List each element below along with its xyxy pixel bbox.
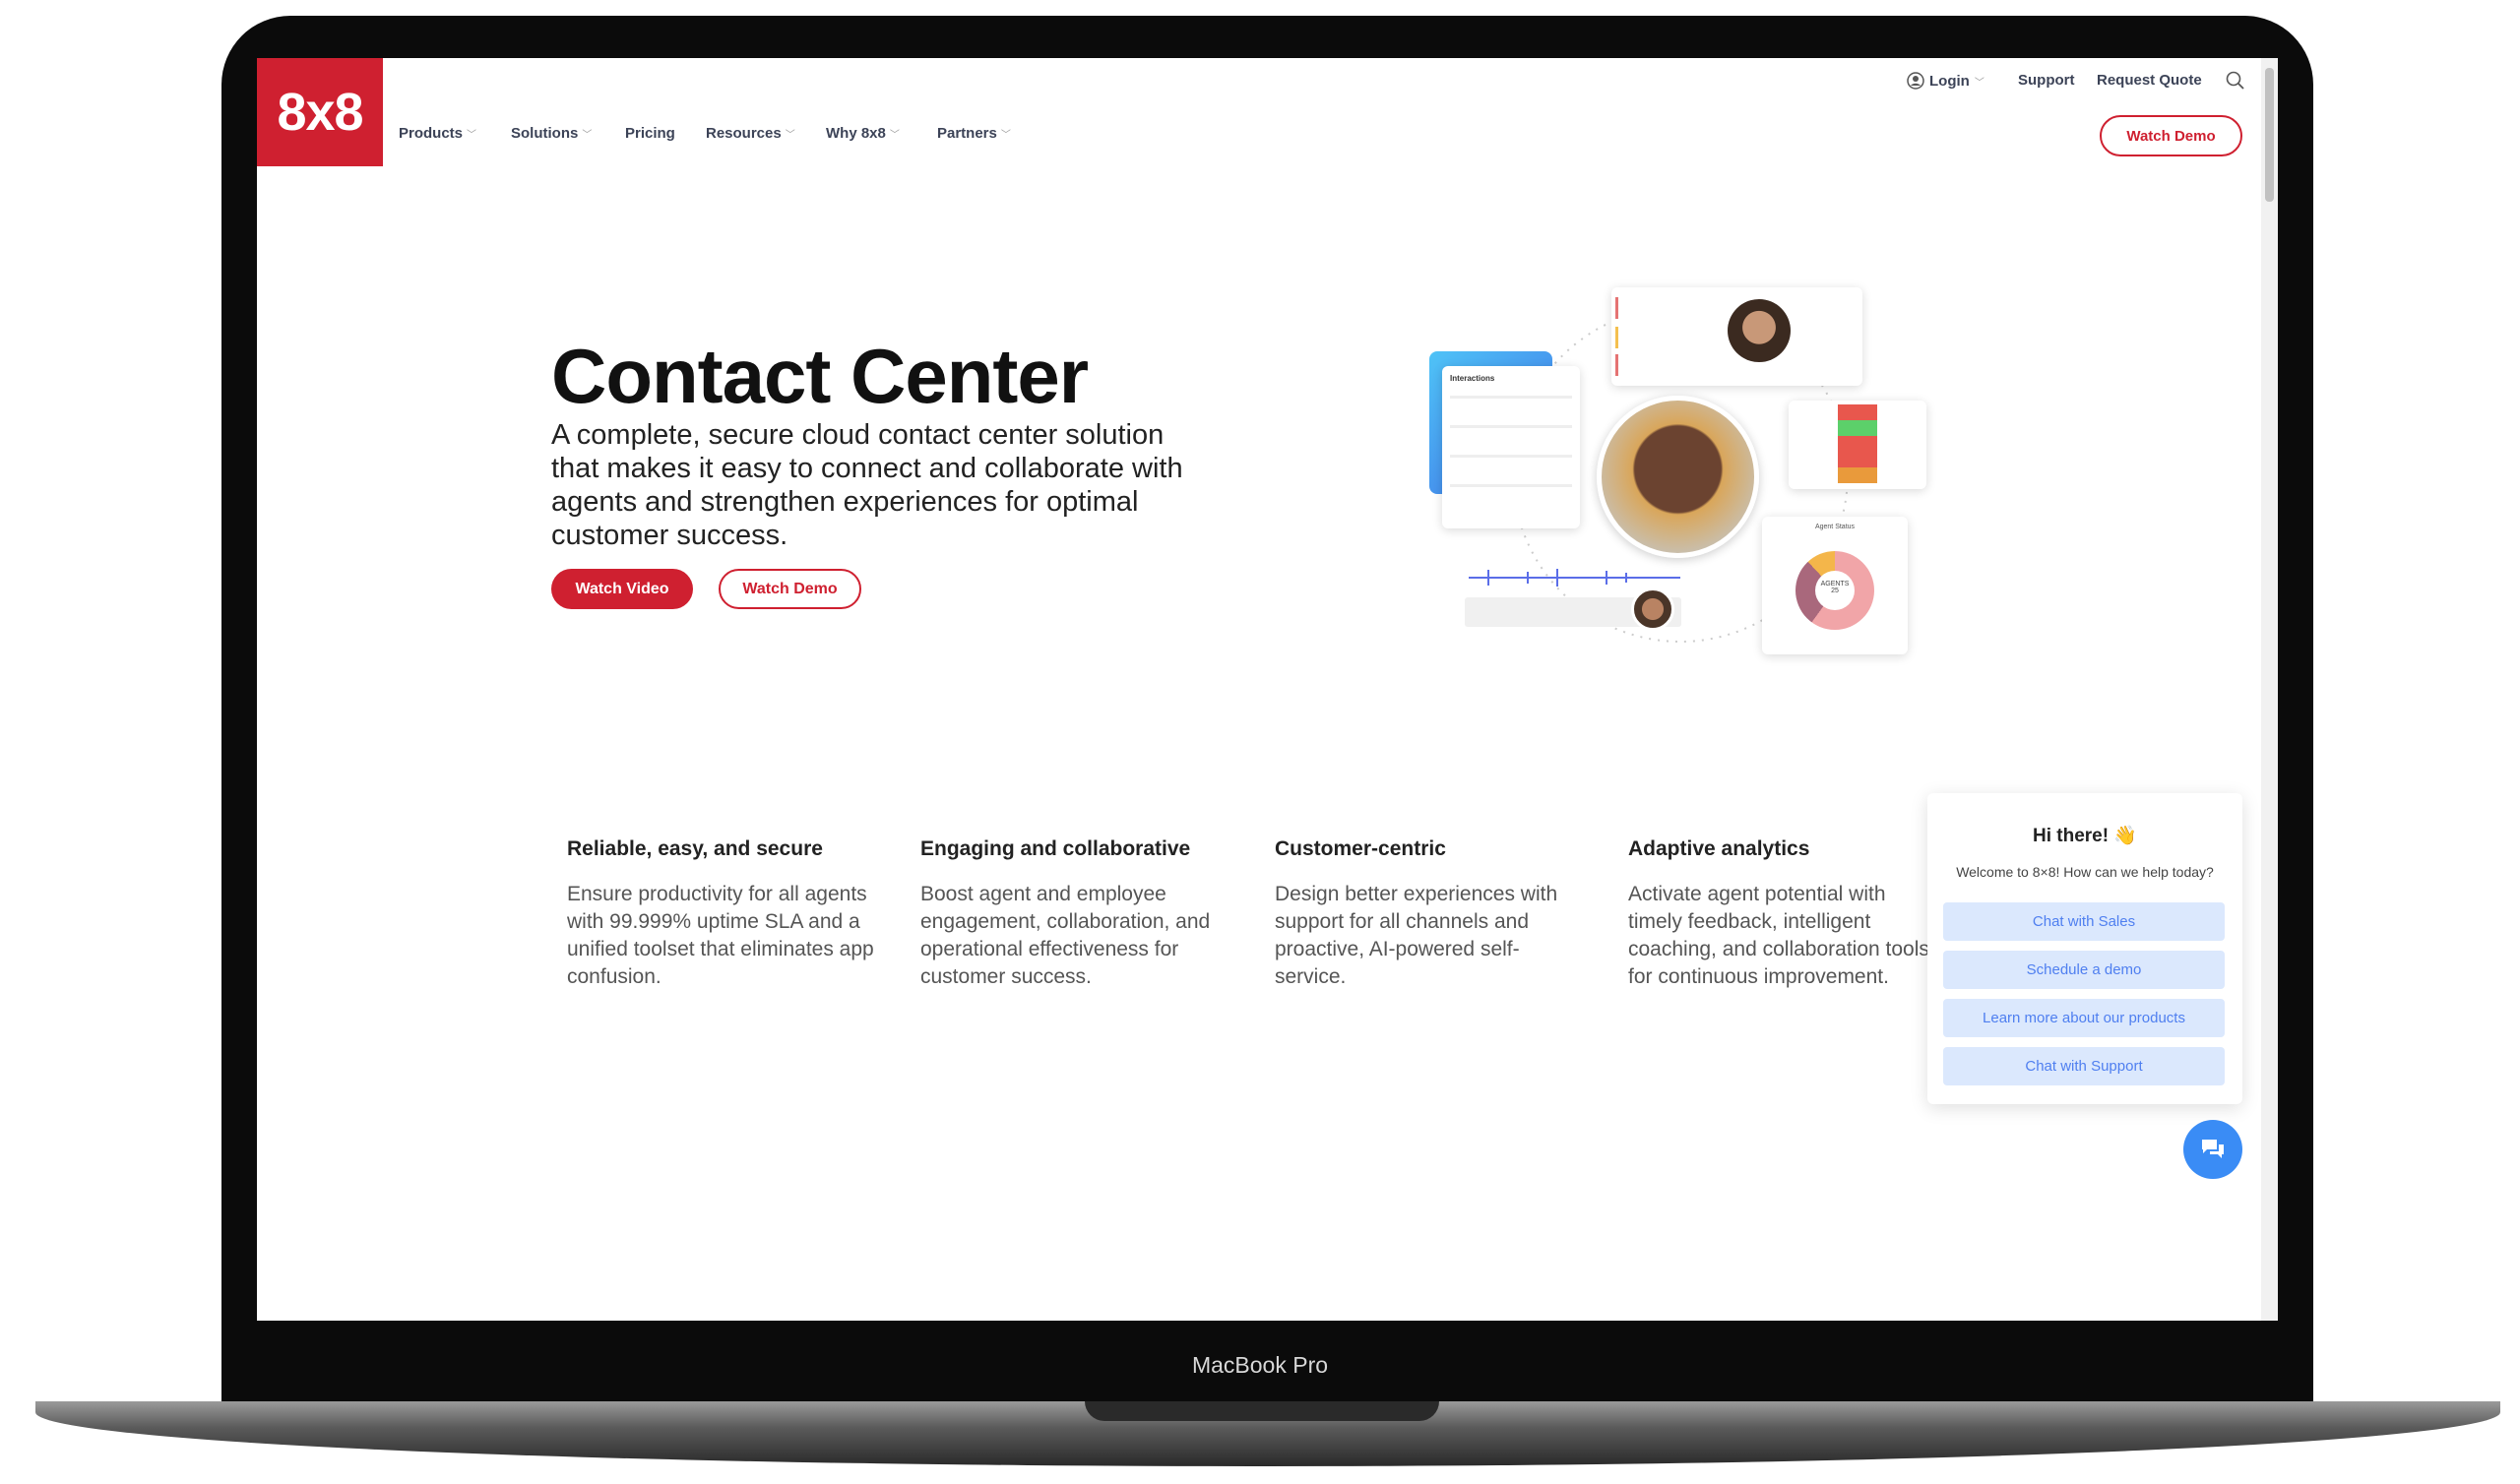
agent-avatar-small xyxy=(1631,587,1674,631)
status-table-card xyxy=(1789,401,1926,489)
chevron-down-icon: ﹀ xyxy=(582,130,593,141)
donut-label: AGENTS xyxy=(1820,581,1850,587)
laptop-notch xyxy=(1085,1401,1439,1421)
chat-widget: Hi there! 👋 Welcome to 8×8! How can we h… xyxy=(1927,793,2242,1104)
hero-illustration: Interactions Agent Status AGENTS 25 xyxy=(1429,287,1931,661)
scrollbar-thumb[interactable] xyxy=(2265,68,2274,202)
agent-avatar xyxy=(1728,299,1791,362)
feature-body: Boost agent and employee engagement, col… xyxy=(920,883,1211,988)
feature-title: Customer-centric xyxy=(1275,837,1446,860)
hero-subtitle: A complete, secure cloud contact center … xyxy=(551,419,1183,551)
login-menu[interactable]: Login ﹀ xyxy=(1907,72,1984,90)
chevron-down-icon: ﹀ xyxy=(785,130,795,141)
nav-pricing[interactable]: Pricing xyxy=(625,125,675,142)
brand-logo[interactable]: 8x8 xyxy=(257,58,383,166)
chevron-down-icon: ﹀ xyxy=(467,130,477,141)
agent-status-card: Agent Status AGENTS 25 xyxy=(1762,517,1908,654)
watch-demo-button[interactable]: Watch Demo xyxy=(719,569,861,609)
nav-products[interactable]: Products ﹀ xyxy=(399,125,476,142)
login-label: Login xyxy=(1929,72,1970,90)
nav-why-8x8[interactable]: Why 8x8 ﹀ xyxy=(826,125,900,142)
chat-greeting: Hi there! 👋 xyxy=(2032,826,2137,846)
chat-with-sales-button[interactable]: Chat with Sales xyxy=(1943,902,2225,941)
agent-status-title: Agent Status xyxy=(1814,524,1856,530)
nav-partners[interactable]: Partners ﹀ xyxy=(937,125,1011,142)
support-link[interactable]: Support xyxy=(2018,72,2075,89)
feature-title: Adaptive analytics xyxy=(1628,837,1810,860)
customer-photo xyxy=(1597,396,1759,558)
feature-title: Reliable, easy, and secure xyxy=(567,837,823,860)
feature-title: Engaging and collaborative xyxy=(920,837,1191,860)
user-circle-icon xyxy=(1907,72,1924,90)
agents-list-card xyxy=(1611,287,1862,386)
nav-label: Why 8x8 xyxy=(826,125,886,142)
search-icon[interactable] xyxy=(2226,71,2245,91)
chat-welcome: Welcome to 8×8! How can we help today? xyxy=(1956,864,2214,880)
learn-more-button[interactable]: Learn more about our products xyxy=(1943,999,2225,1037)
feature-body: Activate agent potential with timely fee… xyxy=(1628,883,1929,988)
nav-resources[interactable]: Resources ﹀ xyxy=(706,125,795,142)
page-title: Contact Center xyxy=(551,333,1089,419)
feature-body: Design better experiences with support f… xyxy=(1275,883,1558,988)
chevron-down-icon: ﹀ xyxy=(889,130,900,141)
nav-label: Resources xyxy=(706,125,782,142)
nav-label: Products xyxy=(399,125,464,142)
chevron-down-icon: ﹀ xyxy=(1974,77,1984,89)
watch-video-button[interactable]: Watch Video xyxy=(551,569,693,609)
donut-value: 25 xyxy=(1831,587,1839,594)
interactions-title: Interactions xyxy=(1450,374,1495,383)
request-quote-link[interactable]: Request Quote xyxy=(2097,72,2202,89)
scrollbar[interactable] xyxy=(2261,58,2278,1321)
device-label: MacBook Pro xyxy=(1191,1352,1329,1378)
browser-viewport: 8x8 Products ﹀ Solutions ﹀ Pricing Resourc… xyxy=(257,58,2278,1321)
audio-waveform xyxy=(1469,569,1680,587)
nav-label: Pricing xyxy=(625,125,675,142)
header-watch-demo-button[interactable]: Watch Demo xyxy=(2100,115,2242,156)
schedule-demo-button[interactable]: Schedule a demo xyxy=(1943,951,2225,989)
chat-launcher-button[interactable] xyxy=(2183,1120,2242,1179)
nav-label: Solutions xyxy=(511,125,579,142)
chevron-down-icon: ﹀ xyxy=(1000,130,1011,141)
interactions-card: Interactions xyxy=(1442,366,1580,528)
feature-body: Ensure productivity for all agents with … xyxy=(567,883,874,988)
chat-with-support-button[interactable]: Chat with Support xyxy=(1943,1047,2225,1085)
nav-label: Partners xyxy=(937,125,997,142)
chat-bubbles-icon xyxy=(2202,1140,2224,1158)
nav-solutions[interactable]: Solutions ﹀ xyxy=(511,125,592,142)
